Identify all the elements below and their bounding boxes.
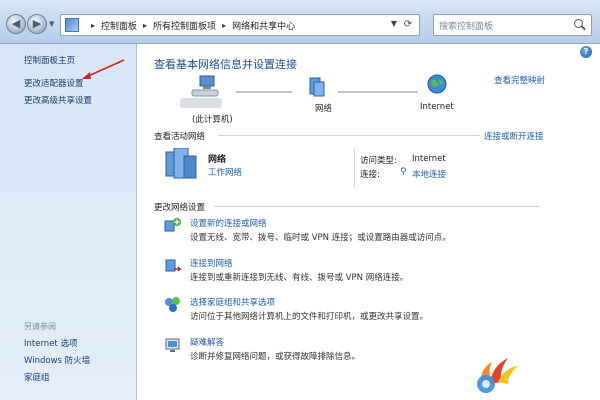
see-also-label: 另请参阅 bbox=[24, 322, 56, 331]
connect-disconnect-link[interactable]: 连接或断开连接 bbox=[484, 130, 544, 142]
section-divider bbox=[218, 135, 480, 136]
breadcrumb-item[interactable]: 所有控制面板项 bbox=[153, 19, 216, 32]
sidebar-item-home[interactable]: 控制面板主页 bbox=[24, 54, 75, 66]
network-name: 网络 bbox=[208, 155, 227, 165]
refresh-icon[interactable]: ⟳ bbox=[401, 18, 415, 32]
back-button[interactable]: ◀ bbox=[6, 14, 26, 34]
forward-button[interactable]: ▶ bbox=[27, 14, 47, 34]
ethernet-icon: ⚲ bbox=[400, 167, 407, 177]
search-input[interactable]: 搜索控制面板 bbox=[433, 14, 592, 36]
task-description: 访问位于其他网络计算机上的文件和打印机，或更改共享设置。 bbox=[190, 312, 429, 322]
breadcrumb: ▸ 控制面板 ▸ 所有控制面板项 ▸ 网络和共享中心 bbox=[91, 19, 296, 32]
connection-line bbox=[236, 91, 292, 93]
help-icon[interactable]: ? bbox=[580, 46, 592, 58]
sidebar-item-homegroup[interactable]: 家庭组 bbox=[24, 371, 50, 383]
task-description: 设置无线、宽带、拨号、临时或 VPN 连接；或设置路由器或访问点。 bbox=[190, 233, 451, 243]
navigation-bar: ◀ ▶ ▼ ▸ 控制面板 ▸ 所有控制面板项 ▸ 网络和共享中心 ▼ ⟳ 搜索控… bbox=[0, 0, 600, 44]
internet-label: Internet bbox=[420, 102, 454, 112]
search-placeholder: 搜索控制面板 bbox=[439, 21, 494, 32]
work-network-icon bbox=[165, 148, 197, 179]
recent-pages-dropdown-icon[interactable]: ▼ bbox=[49, 20, 57, 28]
sidebar-item-advanced-sharing[interactable]: 更改高级共享设置 bbox=[24, 94, 92, 106]
task-connect-network[interactable]: 连接到网络 连接到或重新连接到无线、有线、拨号或 VPN 网络连接。 bbox=[164, 257, 584, 287]
main-panel: ? 查看基本网络信息并设置连接 查看完整映射 (此计算机) 网络 Interne… bbox=[138, 44, 600, 400]
access-type-value: Internet bbox=[412, 154, 446, 164]
task-link[interactable]: 选择家庭组和共享选项 bbox=[190, 296, 275, 308]
change-settings-title: 更改网络设置 bbox=[154, 203, 206, 213]
active-networks-title: 查看活动网络 bbox=[154, 132, 206, 142]
search-icon[interactable] bbox=[574, 19, 586, 31]
task-link[interactable]: 设置新的连接或网络 bbox=[190, 217, 267, 229]
task-new-connection[interactable]: 设置新的连接或网络 设置无线、宽带、拨号、临时或 VPN 连接；或设置路由器或访… bbox=[164, 217, 584, 247]
control-panel-icon bbox=[65, 18, 79, 32]
address-bar[interactable]: ▸ 控制面板 ▸ 所有控制面板项 ▸ 网络和共享中心 ▼ ⟳ bbox=[60, 14, 420, 36]
task-description: 连接到或重新连接到无线、有线、拨号或 VPN 网络连接。 bbox=[190, 273, 409, 283]
task-link[interactable]: 疑难解答 bbox=[190, 336, 224, 348]
sidebar-item-firewall[interactable]: Windows 防火墙 bbox=[24, 354, 90, 366]
sidebar-item-adapter-settings[interactable]: 更改适配器设置 bbox=[24, 77, 84, 89]
task-link[interactable]: 连接到网络 bbox=[190, 257, 233, 269]
network-type-link[interactable]: 工作网络 bbox=[208, 166, 242, 178]
task-description: 诊断并修复网络问题，或获得故障排除信息。 bbox=[190, 352, 361, 362]
internet-globe-icon bbox=[427, 74, 447, 94]
annotation-arrow-icon bbox=[82, 59, 125, 79]
sidebar-item-internet-options[interactable]: Internet 选项 bbox=[24, 337, 77, 349]
access-type-label: 访问类型: bbox=[360, 156, 397, 166]
homegroup-icon bbox=[165, 297, 180, 312]
connections-label: 连接: bbox=[360, 170, 380, 180]
network-label: 网络 bbox=[315, 104, 333, 114]
connect-network-icon bbox=[165, 259, 182, 272]
full-map-link[interactable]: 查看完整映射 bbox=[494, 74, 545, 86]
local-connection-link[interactable]: 本地连接 bbox=[412, 168, 446, 180]
troubleshoot-icon bbox=[165, 338, 180, 352]
new-connection-icon bbox=[164, 218, 181, 232]
address-dropdown-icon[interactable]: ▼ bbox=[391, 19, 397, 28]
breadcrumb-item[interactable]: 网络和共享中心 bbox=[232, 19, 295, 32]
network-icon bbox=[309, 77, 325, 97]
page-title: 查看基本网络信息并设置连接 bbox=[154, 58, 297, 71]
section-divider bbox=[214, 206, 540, 207]
computer-icon bbox=[180, 75, 222, 108]
divider bbox=[354, 148, 355, 188]
computer-label: (此计算机) bbox=[192, 115, 233, 125]
task-homegroup-sharing[interactable]: 选择家庭组和共享选项 访问位于其他网络计算机上的文件和打印机，或更改共享设置。 bbox=[164, 296, 584, 326]
sidebar: 控制面板主页 更改适配器设置 更改高级共享设置 另请参阅 Internet 选项… bbox=[0, 44, 137, 400]
connection-line bbox=[338, 91, 418, 93]
watermark-logo-icon bbox=[477, 358, 518, 393]
breadcrumb-item[interactable]: 控制面板 bbox=[101, 19, 137, 32]
